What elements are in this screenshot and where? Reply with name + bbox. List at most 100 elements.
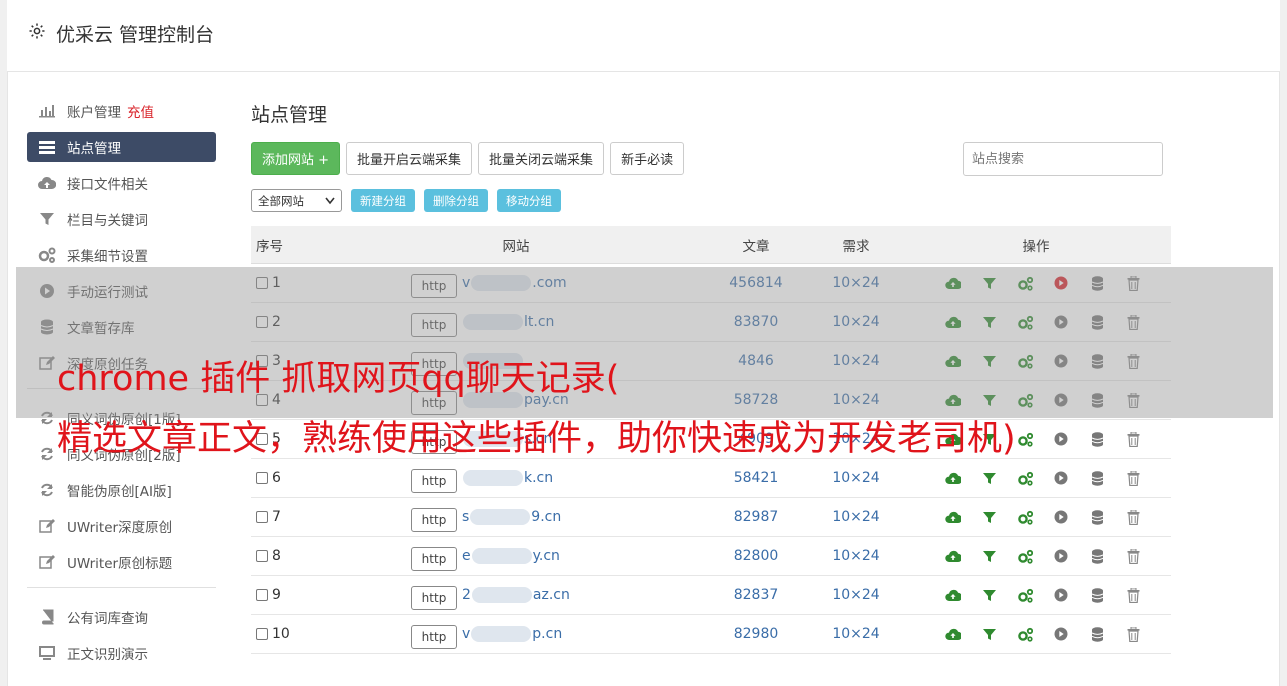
- trash-icon[interactable]: [1124, 625, 1142, 643]
- protocol-badge: http: [411, 547, 457, 571]
- cogs-icon[interactable]: [1016, 508, 1034, 526]
- article-count[interactable]: 58421: [701, 470, 811, 486]
- row-number: 9: [272, 587, 281, 603]
- filter-icon[interactable]: [980, 508, 998, 526]
- domain-suffix: 9.cn: [531, 509, 562, 525]
- article-count[interactable]: 82980: [701, 626, 811, 642]
- cloud-upload-icon[interactable]: [944, 508, 962, 526]
- table-header: 序号 网站 文章 需求 操作: [251, 226, 1171, 264]
- sidebar-item-api-files[interactable]: 接口文件相关: [27, 168, 216, 198]
- trash-icon[interactable]: [1124, 430, 1142, 448]
- row-number-cell: 6: [251, 470, 331, 486]
- sidebar-item-collect-settings[interactable]: 采集细节设置: [27, 240, 216, 270]
- article-count[interactable]: 82837: [701, 587, 811, 603]
- site-link[interactable]: e y.cn: [462, 548, 560, 564]
- sidebar-item-label: 采集细节设置: [67, 249, 148, 265]
- row-checkbox[interactable]: [256, 589, 268, 601]
- row-checkbox[interactable]: [256, 628, 268, 640]
- filter-icon[interactable]: [980, 547, 998, 565]
- sidebar-item-uwriter-title[interactable]: UWriter原创标题: [27, 547, 216, 577]
- refresh-icon: [38, 482, 56, 498]
- top-bar: 优采云 管理控制台: [7, 0, 1280, 72]
- add-site-button[interactable]: 添加网站 +: [251, 142, 341, 175]
- new-group-button[interactable]: 新建分组: [351, 189, 415, 212]
- sidebar-item-sites[interactable]: 站点管理: [27, 132, 216, 162]
- cogs-icon[interactable]: [1016, 586, 1034, 604]
- delete-group-button[interactable]: 删除分组: [424, 189, 488, 212]
- site-link[interactable]: v p.cn: [462, 626, 562, 642]
- trash-icon[interactable]: [1124, 508, 1142, 526]
- toolbar: 添加网站 + 批量开启云端采集 批量关闭云端采集 新手必读: [251, 142, 685, 175]
- gear-icon[interactable]: [28, 22, 46, 40]
- sidebar-item-account[interactable]: 账户管理 充值: [27, 96, 216, 126]
- redacted-blur: [471, 626, 532, 642]
- cloud-upload-icon[interactable]: [944, 469, 962, 487]
- domain-suffix: k.cn: [524, 470, 554, 486]
- sidebar-item-public-lexicon[interactable]: 公有词库查询: [27, 602, 216, 632]
- sidebar-item-keywords[interactable]: 栏目与关键词: [27, 204, 216, 234]
- play-circle-icon[interactable]: [1052, 547, 1070, 565]
- play-circle-icon[interactable]: [1052, 586, 1070, 604]
- database-icon[interactable]: [1088, 547, 1106, 565]
- cloud-upload-icon[interactable]: [944, 547, 962, 565]
- sidebar-item-text-recognition[interactable]: 正文识别演示: [27, 638, 216, 668]
- site-link[interactable]: s 9.cn: [462, 509, 561, 525]
- sidebar-item-label: 接口文件相关: [67, 177, 148, 193]
- cogs-icon[interactable]: [1016, 469, 1034, 487]
- refresh-icon: [38, 446, 56, 462]
- row-checkbox[interactable]: [256, 550, 268, 562]
- demand-value[interactable]: 10×24: [811, 587, 901, 603]
- database-icon[interactable]: [1088, 469, 1106, 487]
- beginner-guide-button[interactable]: 新手必读: [610, 142, 685, 175]
- play-circle-icon[interactable]: [1052, 508, 1070, 526]
- article-count[interactable]: 82800: [701, 548, 811, 564]
- sidebar-item-uwriter-deep[interactable]: UWriter深度原创: [27, 511, 216, 541]
- sidebar-item-ai-rewrite[interactable]: 智能伪原创[AI版]: [27, 475, 216, 505]
- play-circle-icon[interactable]: [1052, 430, 1070, 448]
- trash-icon[interactable]: [1124, 469, 1142, 487]
- main-panel: 站点管理 添加网站 + 批量开启云端采集 批量关闭云端采集 新手必读 全部网站 …: [251, 100, 1171, 654]
- move-group-button[interactable]: 移动分组: [497, 189, 561, 212]
- cloud-upload-icon[interactable]: [944, 586, 962, 604]
- redacted-blur: [463, 470, 523, 486]
- filter-icon[interactable]: [980, 469, 998, 487]
- row-checkbox[interactable]: [256, 472, 268, 484]
- edit-icon: [38, 554, 56, 570]
- cogs-icon[interactable]: [1016, 547, 1034, 565]
- chevron-down-icon: [325, 194, 335, 208]
- col-header-site: 网站: [502, 238, 530, 255]
- article-count[interactable]: 82987: [701, 509, 811, 525]
- protocol-badge: http: [411, 586, 457, 610]
- cloud-upload-icon[interactable]: [944, 625, 962, 643]
- database-icon[interactable]: [1088, 586, 1106, 604]
- site-link[interactable]: k.cn: [462, 470, 553, 486]
- col-header-demand: 需求: [842, 238, 870, 255]
- database-icon[interactable]: [1088, 625, 1106, 643]
- recharge-link[interactable]: 充值: [127, 101, 154, 121]
- cogs-icon[interactable]: [1016, 430, 1034, 448]
- cogs-icon[interactable]: [1016, 625, 1034, 643]
- play-circle-icon[interactable]: [1052, 625, 1070, 643]
- site-group-select[interactable]: 全部网站: [251, 189, 342, 212]
- domain-prefix: 2: [462, 587, 471, 603]
- protocol-badge: http: [411, 625, 457, 649]
- play-circle-icon[interactable]: [1052, 469, 1070, 487]
- trash-icon[interactable]: [1124, 586, 1142, 604]
- database-icon[interactable]: [1088, 508, 1106, 526]
- demand-value[interactable]: 10×24: [811, 626, 901, 642]
- batch-disable-cloud-button[interactable]: 批量关闭云端采集: [478, 142, 605, 175]
- domain-suffix: y.cn: [532, 548, 560, 564]
- demand-value[interactable]: 10×24: [811, 470, 901, 486]
- domain-suffix: p.cn: [532, 626, 563, 642]
- site-link[interactable]: 2 az.cn: [462, 587, 570, 603]
- filter-icon[interactable]: [980, 625, 998, 643]
- batch-enable-cloud-button[interactable]: 批量开启云端采集: [346, 142, 473, 175]
- filter-icon[interactable]: [980, 586, 998, 604]
- trash-icon[interactable]: [1124, 547, 1142, 565]
- row-checkbox[interactable]: [256, 511, 268, 523]
- domain-prefix: s: [462, 509, 470, 525]
- demand-value[interactable]: 10×24: [811, 548, 901, 564]
- site-search-input[interactable]: [963, 142, 1163, 176]
- database-icon[interactable]: [1088, 430, 1106, 448]
- demand-value[interactable]: 10×24: [811, 509, 901, 525]
